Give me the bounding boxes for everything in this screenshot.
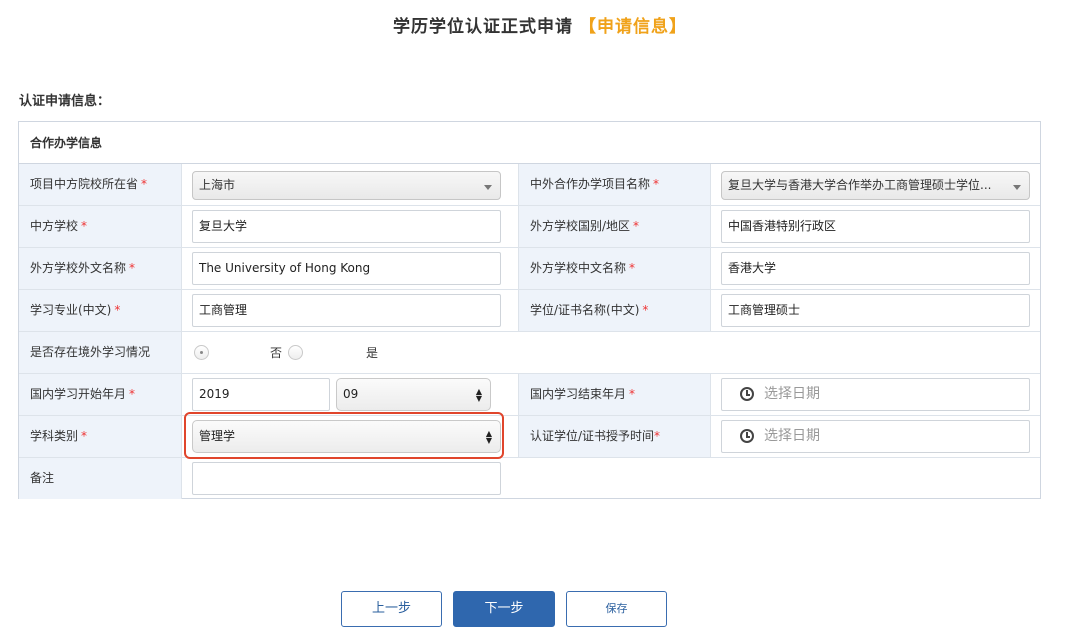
label-foreign-country: 外方学校国别/地区 * (518, 206, 711, 247)
page-title-text: 学历学位认证正式申请 (393, 17, 573, 37)
province-select[interactable]: 上海市 (192, 171, 501, 200)
project-name-value: 复旦大学与香港大学合作举办工商管理硕士学位... (728, 178, 992, 192)
form-row-discipline: 学科类别 * 管理学 ▲ ▼ 认证学位/证书授予时间* 选择日期 (19, 416, 1040, 458)
save-button[interactable]: 保存 (566, 591, 667, 627)
form-row-remarks: 备注 (19, 458, 1040, 500)
page-title-highlight: 【申请信息】 (579, 17, 687, 37)
remarks-input[interactable] (192, 462, 501, 495)
stepper-arrows-icon: ▲ ▼ (475, 387, 482, 403)
project-name-select[interactable]: 复旦大学与香港大学合作举办工商管理硕士学位... (721, 171, 1030, 200)
start-month-select[interactable]: 09 ▲ ▼ (336, 378, 491, 411)
end-date-placeholder: 选择日期 (764, 386, 820, 402)
form-box-title: 合作办学信息 (19, 122, 1040, 164)
radio-label-no: 否 (270, 346, 283, 360)
foreign-country-input[interactable]: 中国香港特别行政区 (721, 210, 1030, 243)
form-row-foreign-name: 外方学校外文名称 * The University of Hong Kong 外方… (19, 248, 1040, 290)
radio-label-yes: 是 (366, 346, 379, 360)
chevron-down-icon (1013, 185, 1021, 190)
form-row-overseas-study: 是否存在境外学习情况 否 是 (19, 332, 1040, 374)
label-major: 学习专业(中文) * (19, 290, 182, 331)
label-degree-name: 学位/证书名称(中文) * (518, 290, 711, 331)
label-province: 项目中方院校所在省 * (19, 164, 182, 205)
cooperation-info-form: 合作办学信息 项目中方院校所在省 * 上海市 中外合作办学项目名称 * 复旦大学与香… (18, 121, 1041, 499)
start-month-value: 09 (343, 387, 359, 401)
label-end-date: 国内学习结束年月 * (518, 374, 711, 415)
clock-icon (740, 387, 754, 401)
page-title: 学历学位认证正式申请 【申请信息】 (0, 12, 1080, 37)
form-row-domestic-dates: 国内学习开始年月 * 2019 09 ▲ ▼ 国内学习结束年月 * 选择日期 (19, 374, 1040, 416)
label-chinese-school: 中方学校 * (19, 206, 182, 247)
foreign-school-name-cn-input[interactable]: 香港大学 (721, 252, 1030, 285)
next-step-button[interactable]: 下一步 (453, 591, 555, 627)
overseas-study-radio-yes[interactable] (288, 345, 303, 360)
foreign-school-name-en-input[interactable]: The University of Hong Kong (192, 252, 501, 285)
clock-icon (740, 429, 754, 443)
section-label: 认证申请信息： (19, 94, 111, 109)
end-date-picker[interactable]: 选择日期 (721, 378, 1030, 411)
label-foreign-school-name-en: 外方学校外文名称 * (19, 248, 182, 289)
label-project-name: 中外合作办学项目名称 * (518, 164, 711, 205)
discipline-highlight-frame (184, 412, 504, 459)
form-row-chinese-school: 中方学校 * 复旦大学 外方学校国别/地区 * 中国香港特别行政区 (19, 206, 1040, 248)
chevron-down-icon (484, 185, 492, 190)
prev-step-button[interactable]: 上一步 (341, 591, 442, 627)
label-overseas-study: 是否存在境外学习情况 (19, 332, 182, 373)
degree-award-date-placeholder: 选择日期 (764, 428, 820, 444)
degree-name-input[interactable]: 工商管理硕士 (721, 294, 1030, 327)
degree-award-date-picker[interactable]: 选择日期 (721, 420, 1030, 453)
label-remarks: 备注 (19, 458, 182, 499)
form-row-major: 学习专业(中文) * 工商管理 学位/证书名称(中文) * 工商管理硕士 (19, 290, 1040, 332)
start-year-input[interactable]: 2019 (192, 378, 330, 411)
overseas-study-radio-no[interactable] (194, 345, 209, 360)
label-start-date: 国内学习开始年月 * (19, 374, 182, 415)
major-input[interactable]: 工商管理 (192, 294, 501, 327)
province-select-value: 上海市 (199, 178, 236, 192)
label-foreign-school-name-cn: 外方学校中文名称 * (518, 248, 711, 289)
form-row-province: 项目中方院校所在省 * 上海市 中外合作办学项目名称 * 复旦大学与香港大学合作举办… (19, 164, 1040, 206)
chinese-school-input[interactable]: 复旦大学 (192, 210, 501, 243)
label-degree-award-date: 认证学位/证书授予时间* (518, 416, 711, 457)
label-discipline: 学科类别 * (19, 416, 182, 457)
